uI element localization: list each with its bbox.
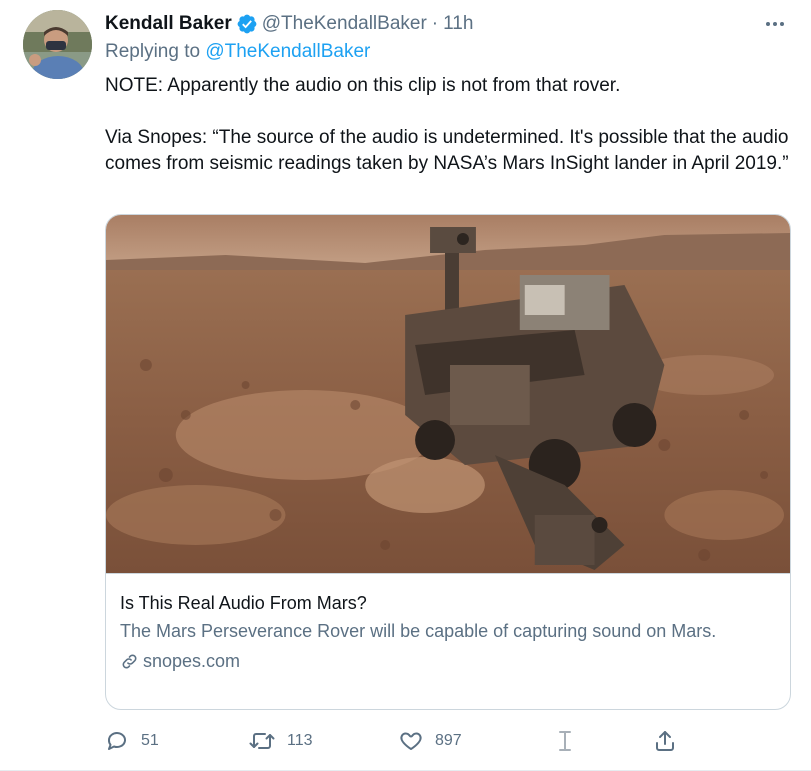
replying-to-mention[interactable]: @TheKendallBaker [205,41,370,62]
reply-icon [108,732,126,750]
retweet-count: 113 [287,732,313,749]
card-domain-text: snopes.com [143,651,241,671]
share-icon [656,731,674,751]
card-title[interactable]: Is This Real Audio From Mars? [120,591,776,615]
like-button[interactable]: 897 [399,727,462,755]
avatar[interactable] [23,10,92,79]
action-bar: 51 113 897 [105,727,705,755]
more-horizontal-icon[interactable] [761,13,789,35]
retweet-icon [249,733,275,749]
card-description: The Mars Perseverance Rover will be capa… [120,621,717,641]
replying-to: Replying to @TheKendallBaker [105,41,370,63]
like-count: 897 [435,732,462,749]
card-domain[interactable]: snopes.com [120,649,776,673]
heart-icon [400,732,422,750]
link-card[interactable]: Is This Real Audio From Mars? The Mars P… [105,214,791,710]
separator-dot: · [431,13,439,34]
author-handle[interactable]: @TheKendallBaker [262,13,427,35]
replying-to-label: Replying to [105,41,201,62]
timestamp[interactable]: 11h [443,13,473,35]
author-name[interactable]: Kendall Baker [105,13,232,35]
tweet-header: Kendall Baker @TheKendallBaker · 11h [105,12,473,36]
tweet-text: NOTE: Apparently the audio on this clip … [105,73,795,177]
text-cursor-icon[interactable] [557,727,573,755]
reply-count: 51 [141,732,159,749]
tweet-text-paragraph: NOTE: Apparently the audio on this clip … [105,75,621,96]
retweet-button[interactable]: 113 [249,727,313,755]
verified-badge-icon [236,13,258,35]
card-meta: Is This Real Audio From Mars? The Mars P… [120,591,776,673]
reply-button[interactable]: 51 [105,727,159,755]
tweet-text-paragraph: Via Snopes: “The source of the audio is … [105,127,789,174]
link-icon [122,654,137,668]
card-image[interactable] [106,215,790,574]
share-button[interactable] [653,727,677,755]
tweet[interactable]: Kendall Baker @TheKendallBaker · 11h Rep… [0,0,811,771]
